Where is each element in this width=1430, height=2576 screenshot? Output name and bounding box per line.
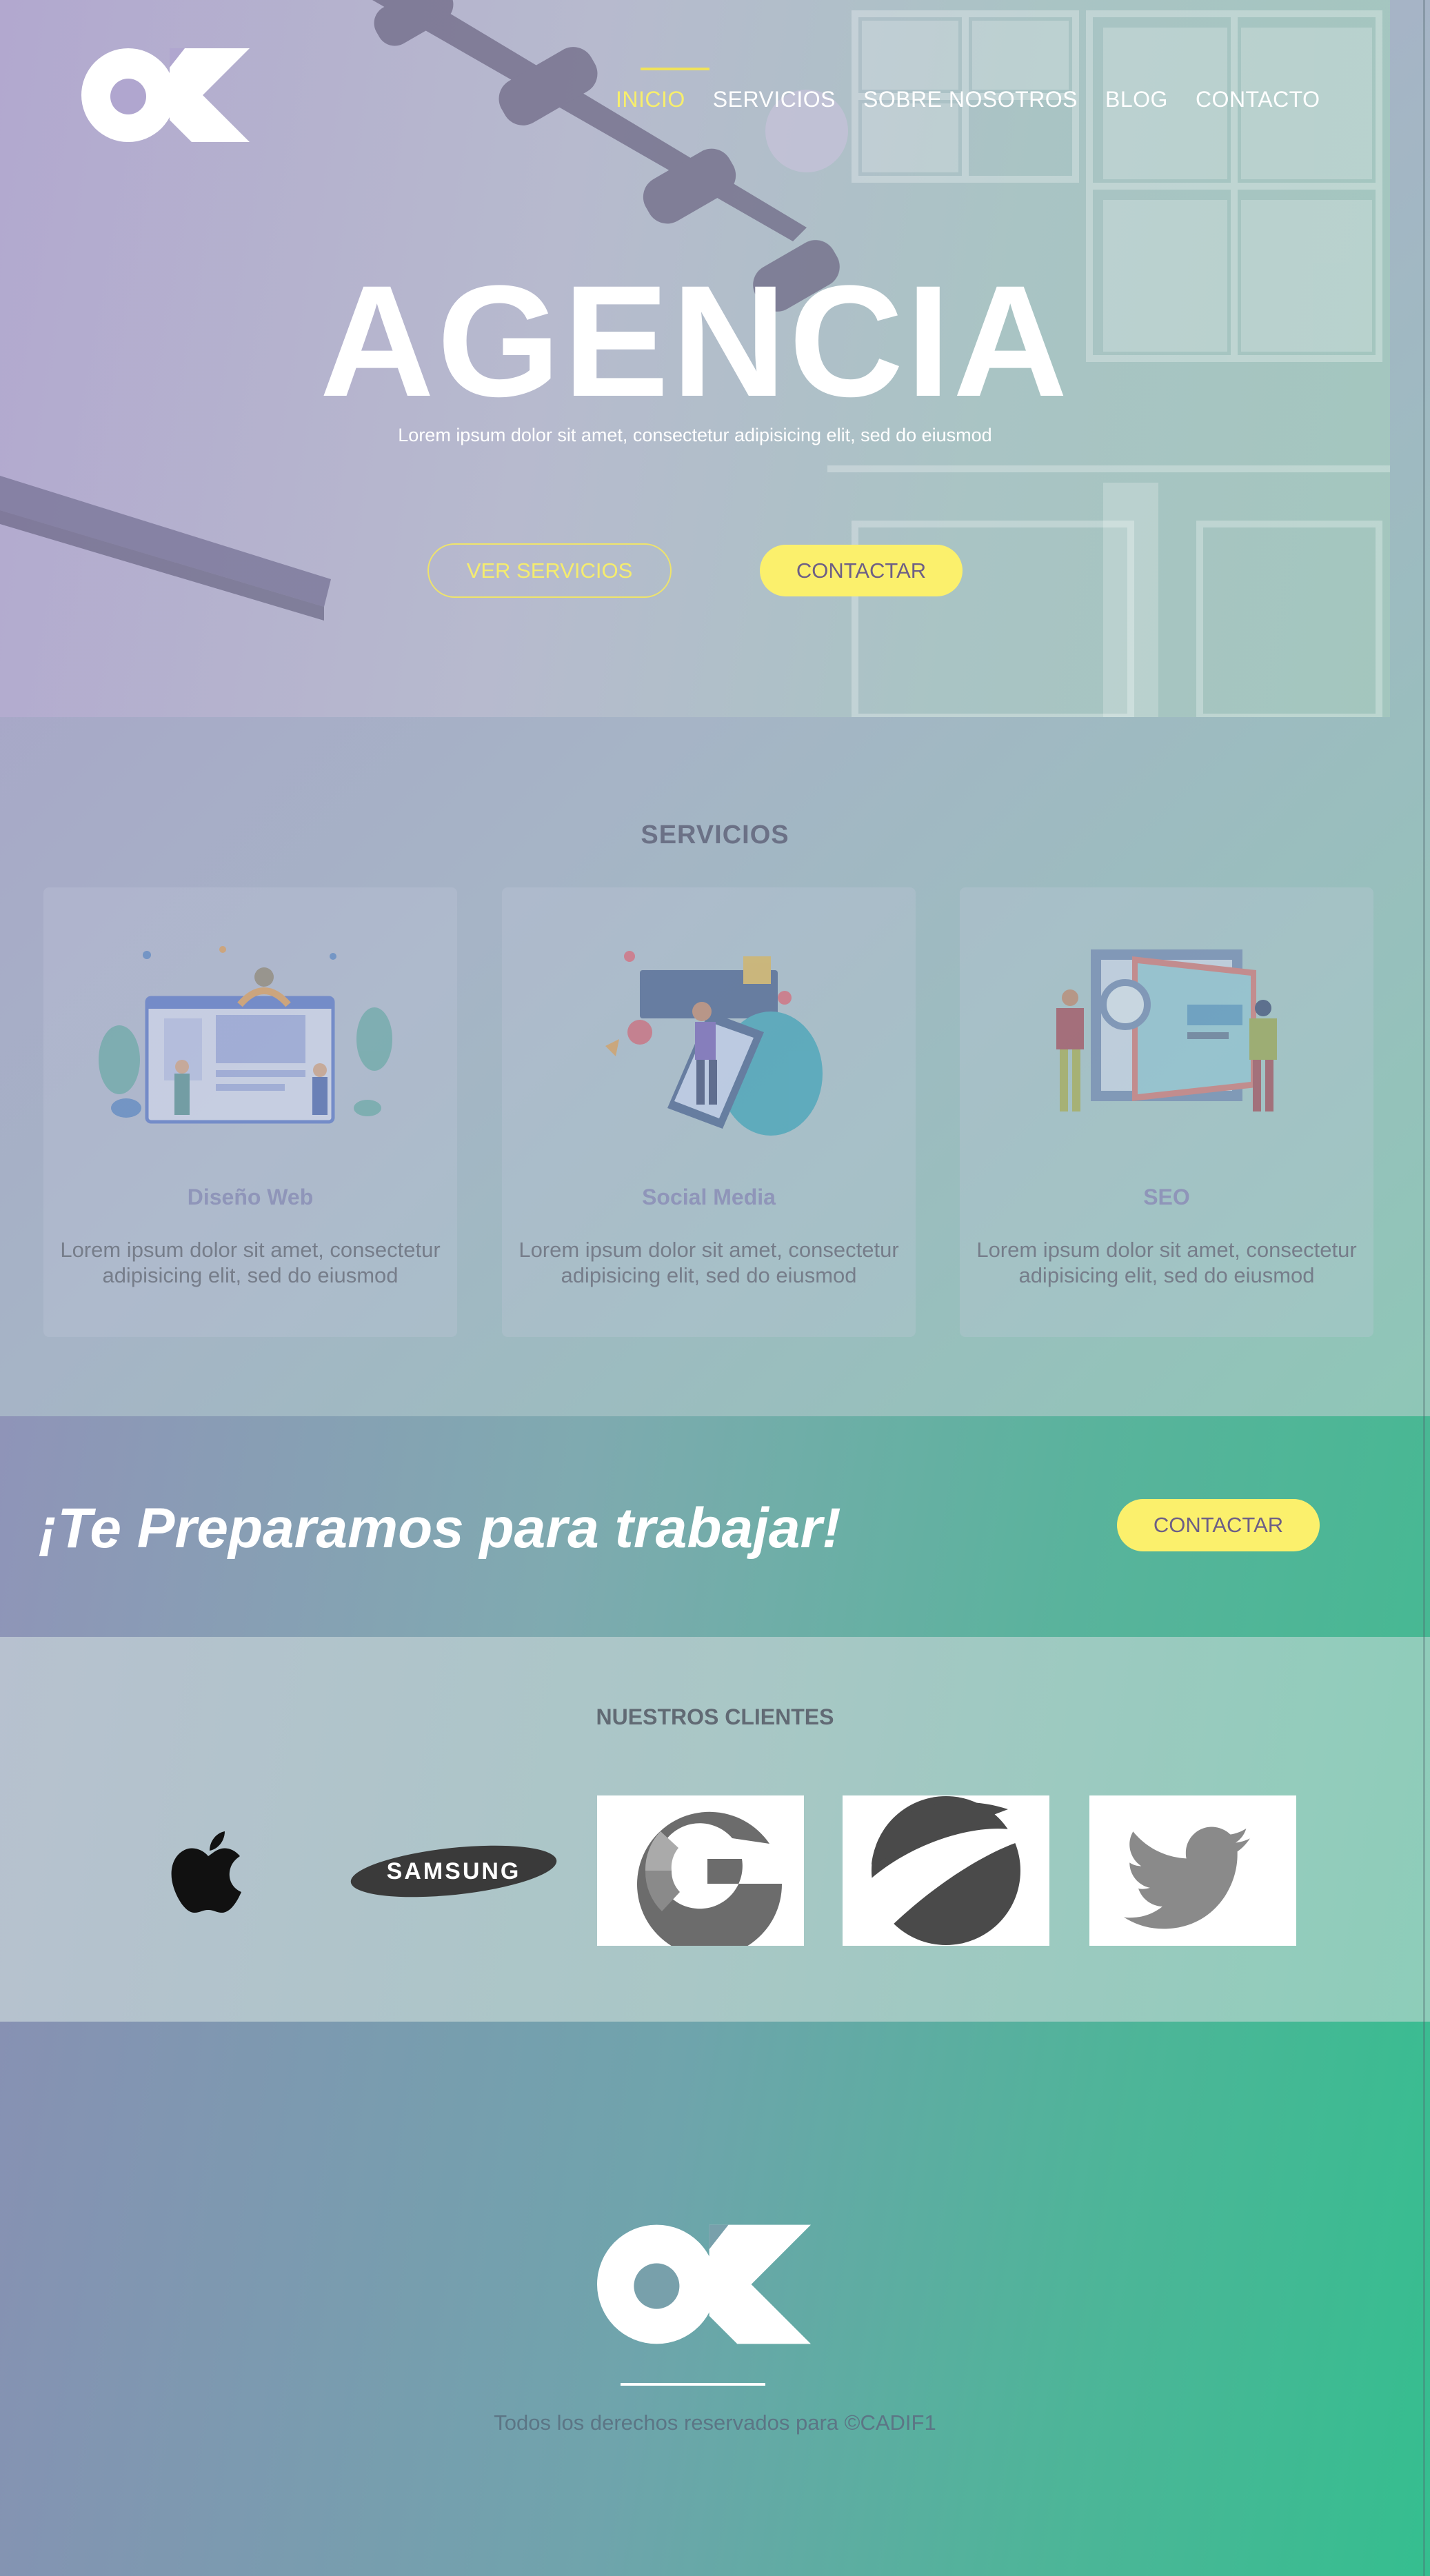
scrollbar[interactable] xyxy=(1423,0,1425,2576)
hero-contactar-button[interactable]: CONTACTAR xyxy=(760,545,963,596)
samsung-wordmark: SAMSUNG xyxy=(387,1858,521,1884)
service-text-diseno-web: Lorem ipsum dolor sit amet, consectetur … xyxy=(60,1238,441,1288)
nav-item-blog[interactable]: BLOG xyxy=(1105,87,1168,112)
samsung-logo-icon: SAMSUNG xyxy=(350,1795,557,1946)
service-text-social-media: Lorem ipsum dolor sit amet, consectetur … xyxy=(518,1238,899,1288)
main-navigation: INICIO SERVICIOS SOBRE NOSOTROS BLOG CON… xyxy=(616,68,1348,112)
google-logo-icon xyxy=(597,1795,804,1957)
cta-contactar-button[interactable]: CONTACTAR xyxy=(1117,1499,1320,1551)
web-design-illustration-icon xyxy=(99,946,392,1124)
service-title-diseno-web: Diseño Web xyxy=(187,1185,314,1209)
site-logo[interactable] xyxy=(81,47,250,143)
clients-title: NUESTROS CLIENTES xyxy=(596,1704,834,1729)
hero-section: INICIO SERVICIOS SOBRE NOSOTROS BLOG CON… xyxy=(0,0,1390,717)
twitter-logo-icon xyxy=(1089,1795,1296,1946)
nav-item-inicio[interactable]: INICIO xyxy=(616,68,709,112)
footer-divider xyxy=(621,2383,765,2386)
pepsi-logo-icon xyxy=(843,1795,1049,1946)
nav-item-servicios[interactable]: SERVICIOS xyxy=(713,87,836,112)
page: INICIO SERVICIOS SOBRE NOSOTROS BLOG CON… xyxy=(0,0,1430,2576)
footer-logo[interactable] xyxy=(597,2223,811,2346)
footer-copyright: Todos los derechos reservados para ©CADI… xyxy=(494,2411,936,2435)
hero-subtitle: Lorem ipsum dolor sit amet, consectetur … xyxy=(398,425,992,445)
service-title-social-media: Social Media xyxy=(642,1185,776,1209)
ver-servicios-button[interactable]: VER SERVICIOS xyxy=(427,543,672,598)
social-media-illustration-icon xyxy=(605,951,823,1136)
nav-item-contacto[interactable]: CONTACTO xyxy=(1196,87,1320,112)
hero-title: AGENCIA xyxy=(319,252,1071,430)
apple-logo-icon xyxy=(105,1795,312,1946)
services-title: SERVICIOS xyxy=(641,821,789,849)
service-text-seo: Lorem ipsum dolor sit amet, consectetur … xyxy=(976,1238,1357,1288)
nav-item-sobre-nosotros[interactable]: SOBRE NOSOTROS xyxy=(863,87,1078,112)
cta-heading: ¡Te Preparamos para trabajar! xyxy=(39,1497,841,1560)
seo-illustration-icon xyxy=(1056,949,1277,1111)
service-title-seo: SEO xyxy=(1143,1185,1190,1209)
